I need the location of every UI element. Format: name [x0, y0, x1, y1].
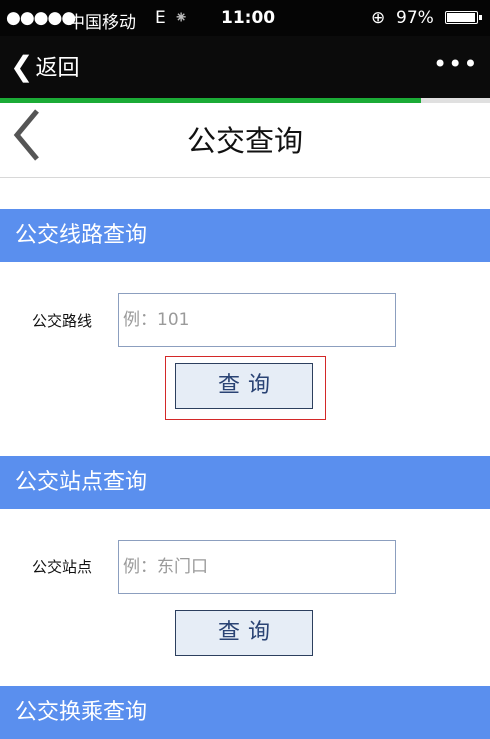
chevron-left-icon: ❮ — [10, 49, 34, 83]
route-field-label: 公交路线 — [32, 312, 93, 330]
stop-field-label: 公交站点 — [32, 558, 93, 576]
back-label: 返回 — [35, 56, 80, 81]
status-bar: ●●●●● 中国移动 E ⁕ 11:00 ⊕ 97% — [0, 0, 490, 36]
activity-icon: ⁕ — [174, 8, 189, 28]
battery-percent: 97% — [396, 8, 434, 28]
page-title: 公交查询 — [186, 124, 303, 158]
route-query-button[interactable]: 查询 — [175, 363, 313, 409]
stop-query-button[interactable]: 查询 — [175, 610, 313, 656]
stop-query-heading: 公交站点查询 — [0, 456, 490, 509]
route-input[interactable] — [118, 293, 396, 347]
route-query-heading: 公交线路查询 — [0, 209, 490, 262]
status-time: 11:00 — [221, 8, 276, 28]
navigation-bar: ❮ 返回 ••• — [0, 36, 490, 98]
battery-icon — [445, 11, 482, 24]
network-type: E — [155, 8, 166, 28]
more-options-icon[interactable]: ••• — [433, 50, 478, 78]
signal-strength-icon: ●●●●● — [6, 8, 76, 28]
page-header: 公交查询 — [0, 103, 490, 178]
back-button[interactable]: ❮ 返回 — [10, 48, 79, 84]
battery-level — [447, 13, 476, 22]
transfer-query-heading: 公交换乘查询 — [0, 686, 490, 739]
rotation-lock-icon: ⊕ — [371, 8, 386, 28]
carrier-name: 中国移动 — [68, 13, 136, 33]
stop-input[interactable] — [118, 540, 396, 594]
